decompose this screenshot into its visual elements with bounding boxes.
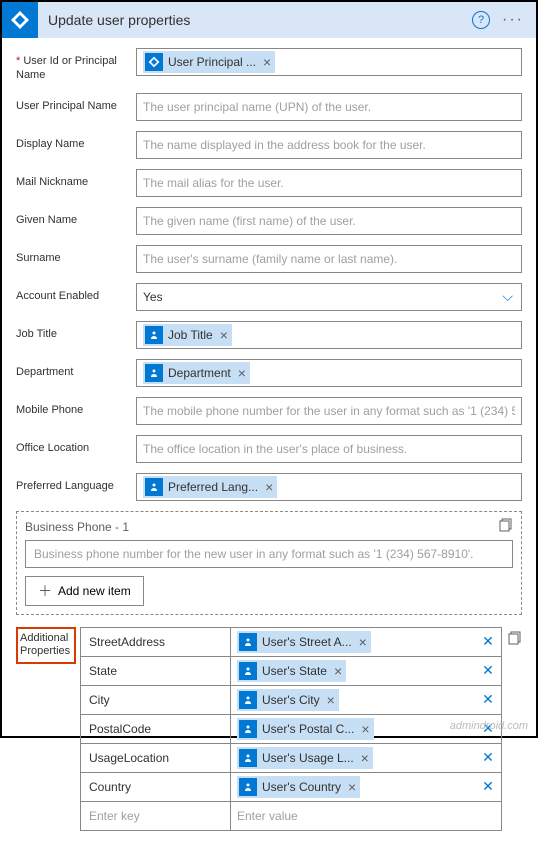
property-key[interactable]: State [81, 657, 231, 685]
property-value[interactable]: User's Country× [231, 773, 475, 801]
remove-token-icon[interactable]: × [220, 327, 228, 343]
chevron-down-icon: ⌵ [502, 288, 513, 305]
mail-nickname-input[interactable] [136, 169, 522, 197]
given-name-label: Given Name [16, 207, 136, 227]
delete-row-icon[interactable]: ✕ [475, 628, 501, 656]
property-row: State User's State× ✕ [81, 657, 501, 686]
property-row: City User's City× ✕ [81, 686, 501, 715]
watermark: admindroid.com [450, 720, 528, 732]
copy-icon[interactable] [499, 518, 513, 532]
azure-ad-icon [145, 53, 163, 71]
remove-token-icon[interactable]: × [334, 663, 342, 679]
display-name-label: Display Name [16, 131, 136, 151]
remove-token-icon[interactable]: × [348, 779, 356, 795]
remove-token-icon[interactable]: × [263, 54, 271, 70]
delete-row-icon [475, 802, 501, 830]
user-id-field[interactable]: User Principal ... × [136, 48, 522, 76]
add-new-item-button[interactable]: ＋ Add new item [25, 576, 144, 606]
user-id-token[interactable]: User Principal ... × [143, 51, 275, 73]
property-row: Country User's Country× ✕ [81, 773, 501, 802]
property-value[interactable]: User's State× [231, 657, 475, 685]
dynamic-content-icon [239, 691, 257, 709]
panel-header: Update user properties ? ··· [2, 2, 536, 38]
department-field[interactable]: Department × [136, 359, 522, 387]
delete-row-icon[interactable]: ✕ [475, 657, 501, 685]
office-location-input[interactable] [136, 435, 522, 463]
delete-row-icon[interactable]: ✕ [475, 773, 501, 801]
mobile-phone-label: Mobile Phone [16, 397, 136, 417]
preferred-language-field[interactable]: Preferred Lang... × [136, 473, 522, 501]
surname-input[interactable] [136, 245, 522, 273]
dynamic-content-icon [239, 749, 257, 767]
business-phone-array: Business Phone - 1 ＋ Add new item [16, 511, 522, 615]
property-value-input[interactable] [231, 802, 475, 830]
department-label: Department [16, 359, 136, 379]
property-key[interactable]: City [81, 686, 231, 714]
department-token[interactable]: Department × [143, 362, 250, 384]
account-enabled-label: Account Enabled [16, 283, 136, 303]
given-name-input[interactable] [136, 207, 522, 235]
preferred-language-label: Preferred Language [16, 473, 136, 493]
business-phone-input[interactable] [25, 540, 513, 568]
panel-title: Update user properties [48, 12, 472, 28]
property-key[interactable]: PostalCode [81, 715, 231, 743]
property-token[interactable]: User's Country× [237, 776, 360, 798]
dynamic-content-icon [239, 778, 257, 796]
upn-input[interactable] [136, 93, 522, 121]
dynamic-content-icon [145, 326, 163, 344]
property-row: PostalCodeUser's Postal C...×✕ [81, 715, 501, 744]
dynamic-content-icon [239, 662, 257, 680]
display-name-input[interactable] [136, 131, 522, 159]
dynamic-content-icon [239, 633, 257, 651]
connector-icon [2, 2, 38, 38]
preferred-language-token[interactable]: Preferred Lang... × [143, 476, 277, 498]
property-key[interactable]: UsageLocation [81, 744, 231, 772]
mobile-phone-input[interactable] [136, 397, 522, 425]
property-key[interactable]: StreetAddress [81, 628, 231, 656]
delete-row-icon[interactable]: ✕ [475, 686, 501, 714]
property-token[interactable]: User's Postal C...× [237, 718, 374, 740]
additional-properties-label: Additional Properties [16, 627, 76, 665]
delete-row-icon[interactable]: ✕ [475, 744, 501, 772]
upn-label: User Principal Name [16, 93, 136, 113]
remove-token-icon[interactable]: × [361, 750, 369, 766]
dynamic-content-icon [145, 478, 163, 496]
property-row: StreetAddress User's Street A...× ✕ [81, 628, 501, 657]
property-key[interactable]: Country [81, 773, 231, 801]
property-value[interactable]: User's City× [231, 686, 475, 714]
office-location-label: Office Location [16, 435, 136, 455]
more-icon[interactable]: ··· [502, 11, 524, 29]
remove-token-icon[interactable]: × [359, 634, 367, 650]
remove-token-icon[interactable]: × [238, 365, 246, 381]
property-token[interactable]: User's Usage L...× [237, 747, 373, 769]
business-phone-title: Business Phone - 1 [25, 520, 513, 534]
remove-token-icon[interactable]: × [327, 692, 335, 708]
additional-properties-table: StreetAddress User's Street A...× ✕ State Us… [80, 627, 502, 831]
user-id-label: * User Id or Principal Name [16, 48, 136, 83]
property-token[interactable]: User's State× [237, 660, 346, 682]
job-title-label: Job Title [16, 321, 136, 341]
remove-token-icon[interactable]: × [361, 721, 369, 737]
property-row: UsageLocation User's Usage L...× ✕ [81, 744, 501, 773]
remove-token-icon[interactable]: × [265, 479, 273, 495]
property-row-new [81, 802, 501, 830]
copy-icon[interactable] [508, 627, 522, 645]
property-token[interactable]: User's Street A...× [237, 631, 371, 653]
job-title-field[interactable]: Job Title × [136, 321, 522, 349]
account-enabled-select[interactable]: Yes ⌵ [136, 283, 522, 311]
property-value[interactable]: User's Usage L...× [231, 744, 475, 772]
dynamic-content-icon [239, 720, 257, 738]
dynamic-content-icon [145, 364, 163, 382]
job-title-token[interactable]: Job Title × [143, 324, 232, 346]
property-token[interactable]: User's City× [237, 689, 339, 711]
surname-label: Surname [16, 245, 136, 265]
property-key-input[interactable] [81, 802, 231, 830]
property-value[interactable]: User's Street A...× [231, 628, 475, 656]
help-icon[interactable]: ? [472, 11, 490, 29]
mail-nickname-label: Mail Nickname [16, 169, 136, 189]
plus-icon: ＋ [38, 581, 52, 601]
property-value[interactable]: User's Postal C...× [231, 715, 475, 743]
